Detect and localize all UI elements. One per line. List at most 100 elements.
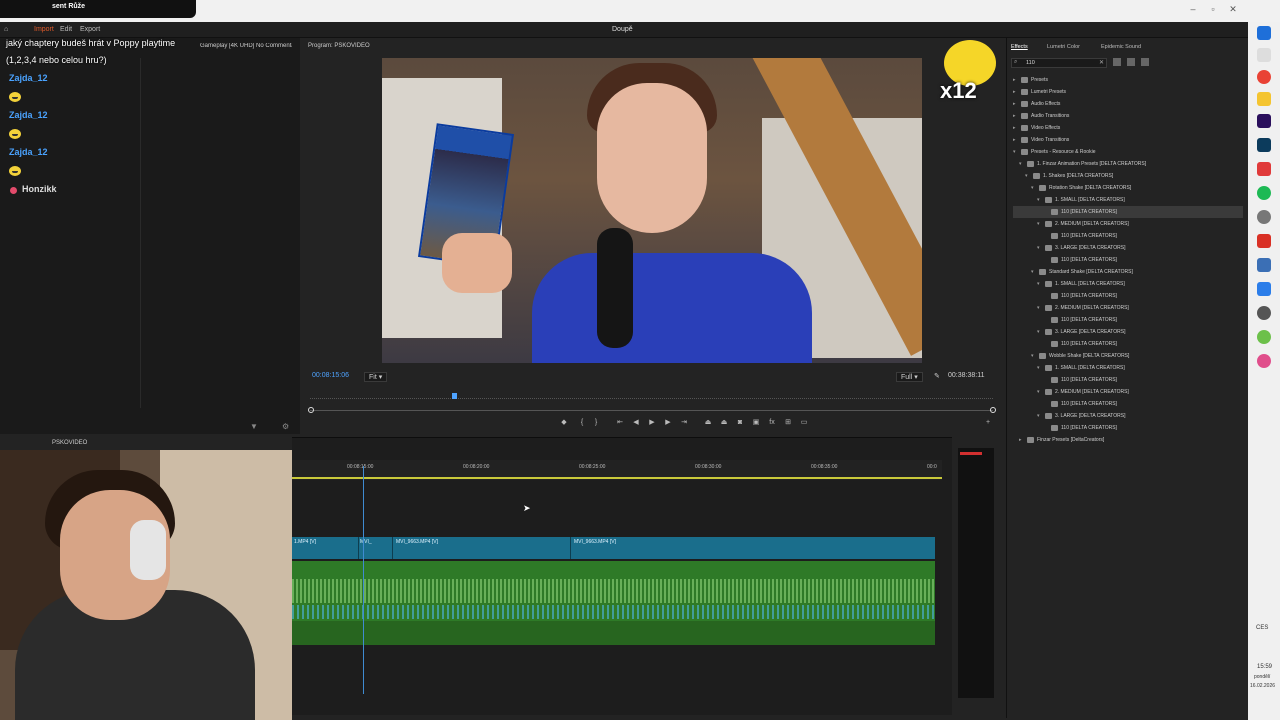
tab-epidemic-sound[interactable]: Epidemic Sound xyxy=(1101,44,1141,50)
filter-icon[interactable]: ▼ xyxy=(250,422,258,431)
font-app-icon[interactable] xyxy=(1257,234,1271,248)
expand-arrow-icon[interactable]: ▸ xyxy=(1013,122,1021,134)
play-icon[interactable]: ▶ xyxy=(648,419,656,427)
expand-arrow-icon[interactable]: ▾ xyxy=(1037,194,1045,206)
effects-tree-item[interactable]: 110 [DELTA CREATORS] xyxy=(1013,230,1243,242)
app-icon[interactable] xyxy=(1257,354,1271,368)
timeline-ruler[interactable]: 00:08:15:00 00:08:20:00 00:08:25:00 00:0… xyxy=(292,460,942,480)
video-track[interactable]: 1.MP4 [V] MVI_ MVI_9663.MP4 [V] MVI_9663… xyxy=(292,537,935,559)
expand-arrow-icon[interactable]: ▸ xyxy=(1019,434,1027,446)
effects-tree-item[interactable]: ▾ 2. MEDIUM [DELTA CREATORS] xyxy=(1013,218,1243,230)
clear-search-icon[interactable]: ✕ xyxy=(1099,59,1104,66)
effects-tree-item[interactable]: ▾ Wobble Shake [DELTA CREATORS] xyxy=(1013,350,1243,362)
accelerated-effects-icon[interactable] xyxy=(1113,58,1121,66)
effects-tree-item[interactable]: ▾ 1. Finzar Animation Presets [DELTA CREA… xyxy=(1013,158,1243,170)
step-forward-icon[interactable]: ▶ xyxy=(664,419,672,427)
effects-tree-item[interactable]: ▸ Video Effects xyxy=(1013,122,1243,134)
go-to-in-icon[interactable]: ⇤ xyxy=(616,419,624,427)
effects-tree-item[interactable]: ▾ Standard Shake [DELTA CREATORS] xyxy=(1013,266,1243,278)
close-icon[interactable]: ✕ xyxy=(1226,2,1240,16)
effects-tree-item[interactable]: ▾ 3. LARGE [DELTA CREATORS] xyxy=(1013,410,1243,422)
camera-icon[interactable]: ◙ xyxy=(736,419,744,427)
expand-arrow-icon[interactable]: ▸ xyxy=(1013,86,1021,98)
expand-arrow-icon[interactable]: ▾ xyxy=(1025,170,1033,182)
expand-arrow-icon[interactable]: ▾ xyxy=(1037,278,1045,290)
menu-edit[interactable]: Edit xyxy=(60,26,72,33)
effects-tree-item[interactable]: 110 [DELTA CREATORS] xyxy=(1013,338,1243,350)
effects-tree-item[interactable]: ▸ Audio Transitions xyxy=(1013,110,1243,122)
expand-arrow-icon[interactable]: ▾ xyxy=(1031,182,1039,194)
app-icon[interactable] xyxy=(1257,258,1271,272)
mark-out-icon[interactable]: } xyxy=(592,419,600,427)
menu-import[interactable]: Import xyxy=(34,26,54,33)
home-icon[interactable]: ⌂ xyxy=(4,26,8,33)
effects-search-input[interactable]: ⌕ 110 ✕ xyxy=(1011,58,1107,68)
maximize-icon[interactable]: ▫ xyxy=(1206,2,1220,16)
wrench-icon[interactable]: ✎ xyxy=(934,372,940,380)
yuv-effects-icon[interactable] xyxy=(1141,58,1149,66)
app-icon[interactable] xyxy=(1257,330,1271,344)
effects-tree-item[interactable]: ▾ 1. SMALL [DELTA CREATORS] xyxy=(1013,278,1243,290)
effects-tree-item[interactable]: 110 [DELTA CREATORS] xyxy=(1013,290,1243,302)
effects-tree-item[interactable]: ▸ Lumetri Presets xyxy=(1013,86,1243,98)
effects-tree-item[interactable]: ▾ 2. MEDIUM [DELTA CREATORS] xyxy=(1013,302,1243,314)
effects-tree-item[interactable]: 110 [DELTA CREATORS] xyxy=(1013,254,1243,266)
wrench-icon[interactable]: ⚙ xyxy=(282,422,289,431)
effects-tree-item[interactable]: ▾ 1. SMALL [DELTA CREATORS] xyxy=(1013,194,1243,206)
language-indicator[interactable]: CES xyxy=(1256,625,1268,631)
expand-arrow-icon[interactable]: ▸ xyxy=(1013,98,1021,110)
search-icon[interactable] xyxy=(1257,48,1271,62)
premiere-icon[interactable] xyxy=(1257,114,1271,128)
fx-icon[interactable]: fx xyxy=(768,419,776,427)
source-tab[interactable]: Gameplay [4K UHD] No Commentary.mp4 xyxy=(200,43,292,49)
expand-arrow-icon[interactable]: ▾ xyxy=(1019,158,1027,170)
expand-arrow-icon[interactable]: ▾ xyxy=(1037,218,1045,230)
vr-icon[interactable]: ▭ xyxy=(800,419,808,427)
effects-tree-item[interactable]: 110 [DELTA CREATORS] xyxy=(1013,206,1243,218)
app-icon[interactable] xyxy=(1257,282,1271,296)
menu-export[interactable]: Export xyxy=(80,26,100,33)
expand-arrow-icon[interactable]: ▾ xyxy=(1037,386,1045,398)
playhead[interactable] xyxy=(363,466,364,694)
expand-arrow-icon[interactable]: ▾ xyxy=(1037,302,1045,314)
lift-icon[interactable]: ⏏ xyxy=(704,419,712,427)
extract-icon[interactable]: ⏏ xyxy=(720,419,728,427)
spotify-icon[interactable] xyxy=(1257,186,1271,200)
comparison-icon[interactable]: ▣ xyxy=(752,419,760,427)
effects-tree-item[interactable]: ▾ 3. LARGE [DELTA CREATORS] xyxy=(1013,242,1243,254)
zoom-bar[interactable] xyxy=(310,410,993,411)
expand-arrow-icon[interactable]: ▾ xyxy=(1037,326,1045,338)
effects-tree-item[interactable]: ▾ 3. LARGE [DELTA CREATORS] xyxy=(1013,326,1243,338)
effects-tree-item[interactable]: 110 [DELTA CREATORS] xyxy=(1013,422,1243,434)
app-icon[interactable] xyxy=(1257,210,1271,224)
32bit-effects-icon[interactable] xyxy=(1127,58,1135,66)
effects-tree-item[interactable]: ▾ 1. SMALL [DELTA CREATORS] xyxy=(1013,362,1243,374)
tab-lumetri-color[interactable]: Lumetri Color xyxy=(1047,44,1080,50)
expand-arrow-icon[interactable]: ▾ xyxy=(1037,242,1045,254)
minimize-icon[interactable]: – xyxy=(1186,2,1200,16)
go-to-out-icon[interactable]: ⇥ xyxy=(680,419,688,427)
expand-arrow-icon[interactable]: ▾ xyxy=(1013,146,1021,158)
mark-in-icon[interactable]: { xyxy=(578,419,586,427)
audio-track-2[interactable] xyxy=(292,621,935,645)
effects-tree-item[interactable]: ▾ Presets - Resource & Rookie xyxy=(1013,146,1243,158)
effects-tree-item[interactable]: ▾ Rotation Shake [DELTA CREATORS] xyxy=(1013,182,1243,194)
overlay-icon[interactable]: ⊞ xyxy=(784,419,792,427)
timeline-tab[interactable]: PSKOVIDEO xyxy=(52,440,87,446)
expand-arrow-icon[interactable]: ▾ xyxy=(1031,350,1039,362)
current-timecode[interactable]: 00:08:15:06 xyxy=(312,372,349,379)
tab-effects[interactable]: Effects xyxy=(1011,44,1028,50)
expand-arrow-icon[interactable]: ▸ xyxy=(1013,74,1021,86)
expand-arrow-icon[interactable]: ▸ xyxy=(1013,110,1021,122)
expand-arrow-icon[interactable]: ▾ xyxy=(1037,362,1045,374)
app-icon[interactable] xyxy=(1257,306,1271,320)
app-icon[interactable] xyxy=(1257,162,1271,176)
program-tab[interactable]: Program: PSKOVIDEO xyxy=(308,43,370,49)
fit-dropdown[interactable]: Fit ▾ xyxy=(364,372,388,382)
effects-tree-item[interactable]: 110 [DELTA CREATORS] xyxy=(1013,398,1243,410)
expand-arrow-icon[interactable]: ▾ xyxy=(1037,410,1045,422)
mini-ruler[interactable] xyxy=(310,392,993,399)
work-area-bar[interactable] xyxy=(292,477,942,479)
effects-tree-item[interactable]: 110 [DELTA CREATORS] xyxy=(1013,374,1243,386)
chrome-icon[interactable] xyxy=(1257,70,1271,84)
